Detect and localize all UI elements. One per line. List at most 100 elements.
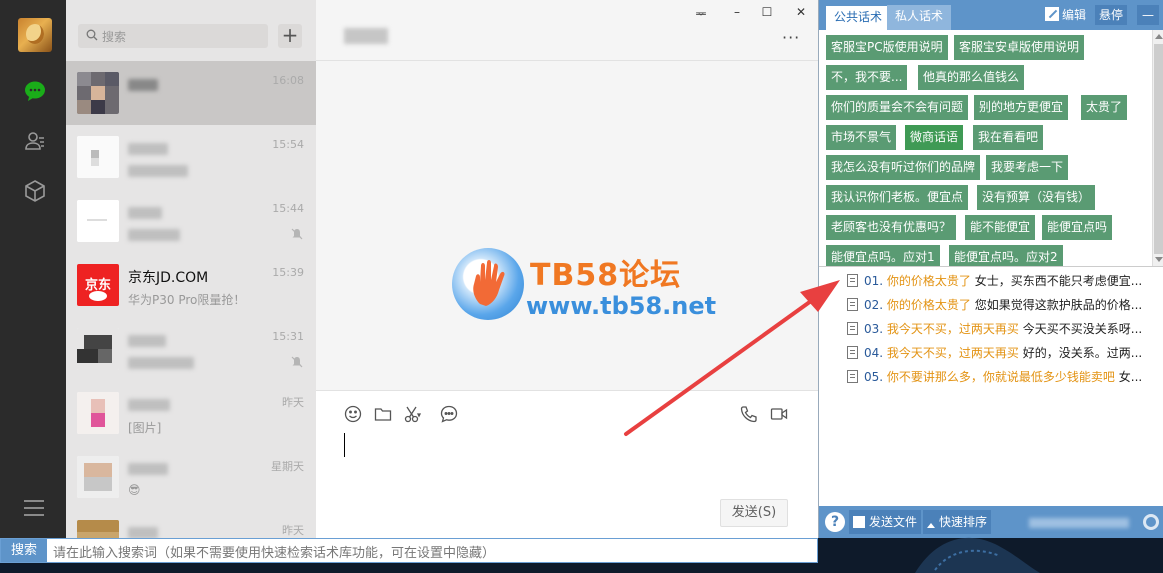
tab-private-scripts[interactable]: 私人话术 (887, 5, 952, 30)
more-options-icon[interactable]: ··· (782, 28, 800, 47)
document-icon (847, 298, 858, 311)
script-question: 我今天不买，过两天再买 (886, 346, 1019, 360)
quick-search-label[interactable]: 搜索 (1, 539, 47, 562)
chat-list-item[interactable]: 16:08 (66, 61, 316, 125)
contacts-icon[interactable] (22, 128, 48, 154)
category-tag[interactable]: 别的地方更便宜 (974, 95, 1069, 120)
contact-avatar (77, 392, 119, 434)
category-tag[interactable]: 没有预算（没有钱） (977, 185, 1096, 210)
help-icon[interactable]: ? (825, 512, 845, 532)
desktop-background-ornament (915, 537, 1040, 573)
close-button[interactable]: ✕ (792, 5, 810, 19)
script-item[interactable]: 01. 你的价格太贵了 女士，买东西不能只考虑便宜... (847, 271, 1163, 291)
scroll-up-arrow[interactable] (1155, 34, 1163, 39)
voice-call-icon[interactable] (740, 405, 760, 425)
script-item[interactable]: 02. 你的价格太贵了 您如果觉得这款护肤品的价格... (847, 295, 1163, 315)
document-icon (847, 346, 858, 359)
category-tag-selected[interactable]: 微商话语 (905, 125, 964, 150)
add-chat-button[interactable]: + (278, 24, 302, 48)
chat-preview: 😎 (128, 483, 141, 497)
script-item[interactable]: 03. 我今天不买，过两天再买 今天买不买没关系呀... (847, 319, 1163, 339)
script-question: 你的价格太贵了 (886, 274, 971, 288)
tags-scrollbar[interactable] (1152, 30, 1163, 266)
document-icon (847, 322, 858, 335)
search-icon (86, 29, 98, 41)
script-answer: 女... (1118, 370, 1143, 384)
category-tag[interactable]: 他真的那么值钱么 (918, 65, 1025, 90)
script-category-tags: 客服宝PC版使用说明 客服宝安卓版使用说明 不，我不要... 他真的那么值钱么 … (819, 30, 1152, 270)
category-tag[interactable]: 能便宜点吗 (1042, 215, 1113, 240)
category-tag[interactable]: 客服宝安卓版使用说明 (954, 35, 1085, 60)
category-tag[interactable]: 能不能便宜 (965, 215, 1036, 240)
chat-time: 昨天 (282, 396, 304, 409)
script-question: 你不要讲那么多，你就说最低多少钱能卖吧 (886, 370, 1115, 384)
script-item[interactable]: 04. 我今天不买，过两天再买 好的，没关系。过两... (847, 343, 1163, 363)
category-tag[interactable]: 我在看看吧 (973, 125, 1044, 150)
script-number: 05. (864, 370, 884, 384)
watermark-url: www.tb58.net (526, 292, 717, 320)
category-tag[interactable]: 不，我不要... (826, 65, 908, 90)
pin-window-button[interactable]: ᆓ (692, 5, 710, 22)
blurred-preview (128, 357, 194, 369)
tab-public-scripts[interactable]: 公共话术 (825, 5, 892, 30)
text-caret (344, 433, 345, 457)
blurred-name (128, 463, 168, 475)
chat-list-panel: 搜索 + 16:08 15:54 15:44 京东 京东JD.COM 华为P30… (66, 0, 316, 538)
script-item[interactable]: 05. 你不要讲那么多，你就说最低多少钱能卖吧 女... (847, 367, 1163, 387)
chat-list-item[interactable]: 昨天 (66, 509, 316, 538)
chat-list-item[interactable]: 15:31 (66, 317, 316, 381)
chat-time: 15:31 (272, 330, 304, 343)
hand-icon (473, 260, 505, 306)
emoji-icon[interactable] (344, 405, 364, 425)
contact-avatar (77, 72, 119, 114)
screenshot-scissors-icon[interactable] (404, 405, 424, 425)
user-avatar[interactable] (18, 18, 52, 52)
jd-logo-avatar: 京东 (77, 264, 119, 306)
category-tag[interactable]: 我怎么没有听过你们的品牌 (826, 155, 981, 180)
message-input-area[interactable]: 发送(S) (316, 390, 818, 538)
blurred-name (128, 207, 162, 219)
panel-tab-bar: 公共话术 私人话术 编辑 悬停 — (819, 0, 1163, 30)
script-question: 我今天不买，过两天再买 (886, 322, 1019, 336)
script-answer: 好的，没关系。过两... (1022, 346, 1143, 360)
script-assistant-panel: 公共话术 私人话术 编辑 悬停 — 客服宝PC版使用说明 客服宝安卓版使用说明 … (818, 0, 1163, 538)
category-tag[interactable]: 客服宝PC版使用说明 (826, 35, 948, 60)
send-button[interactable]: 发送(S) (720, 499, 788, 527)
script-question: 你的价格太贵了 (886, 298, 971, 312)
edit-button[interactable]: 编辑 (1045, 5, 1086, 25)
script-list: 01. 你的价格太贵了 女士，买东西不能只考虑便宜... 02. 你的价格太贵了… (819, 266, 1163, 506)
chat-icon[interactable] (22, 78, 48, 104)
contact-avatar (77, 520, 119, 538)
script-number: 03. (864, 322, 884, 336)
file-icon (853, 516, 865, 528)
chat-list-item[interactable]: 😎 星期天 (66, 445, 316, 509)
gear-icon[interactable] (1143, 514, 1159, 530)
category-tag[interactable]: 市场不景气 (826, 125, 897, 150)
category-tag[interactable]: 我要考虑一下 (986, 155, 1069, 180)
chat-list-item[interactable]: [图片] 昨天 (66, 381, 316, 445)
quick-search-bar[interactable]: 搜索 请在此输入搜索词（如果不需要使用快速检索话术库功能，可在设置中隐藏） (0, 538, 818, 563)
folder-icon[interactable] (374, 405, 394, 425)
blurred-preview (128, 229, 180, 241)
scroll-down-arrow[interactable] (1155, 257, 1163, 262)
category-tag[interactable]: 太贵了 (1081, 95, 1128, 120)
menu-icon[interactable] (24, 500, 44, 521)
contact-avatar (77, 456, 119, 498)
minimize-panel-button[interactable]: — (1137, 5, 1159, 25)
chat-list-item[interactable]: 15:54 (66, 125, 316, 189)
favorites-cube-icon[interactable] (22, 178, 48, 204)
chat-list-item[interactable]: 京东 京东JD.COM 华为P30 Pro限量抢！ 15:39 (66, 253, 316, 317)
pin-panel-button[interactable]: 悬停 (1095, 5, 1128, 25)
category-tag[interactable]: 老顾客也没有优惠吗？ (826, 215, 957, 240)
category-tag[interactable]: 你们的质量会不会有问题 (826, 95, 969, 120)
minimize-button[interactable]: – (728, 5, 746, 19)
chat-list-item[interactable]: 15:44 (66, 189, 316, 253)
chat-preview: 华为P30 Pro限量抢！ (128, 293, 246, 307)
category-tag[interactable]: 我认识你们老板。便宜点 (826, 185, 969, 210)
scroll-thumb[interactable] (1154, 44, 1163, 254)
maximize-button[interactable]: ☐ (758, 5, 776, 19)
tb58-watermark: TB58论坛 www.tb58.net (452, 248, 716, 328)
video-call-icon[interactable] (770, 405, 790, 425)
chat-history-icon[interactable] (440, 405, 460, 425)
wechat-search-input[interactable]: 搜索 (78, 24, 268, 48)
